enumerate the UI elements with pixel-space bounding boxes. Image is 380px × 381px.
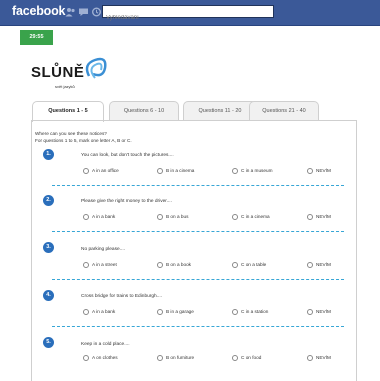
option-label: C on a table xyxy=(241,262,267,268)
option-label: A on clothes xyxy=(92,355,118,361)
question-number: 3. xyxy=(43,242,54,253)
option-label: NEVÍM xyxy=(316,214,331,220)
question-text: You can look, but don't touch the pictur… xyxy=(81,153,174,158)
question-divider xyxy=(52,185,344,186)
option-b[interactable]: B on furniture xyxy=(157,355,194,361)
option-label: B on a book xyxy=(166,262,192,268)
radio-button[interactable] xyxy=(157,355,163,361)
radio-button[interactable] xyxy=(307,355,313,361)
option-nevim[interactable]: NEVÍM xyxy=(307,355,331,361)
question-divider xyxy=(52,231,344,232)
option-label: A in a bank xyxy=(92,309,116,315)
radio-button[interactable] xyxy=(83,309,89,315)
question-number: 5. xyxy=(43,337,54,348)
question-number: 1. xyxy=(43,149,54,160)
tab-questions-1-5[interactable]: Questions 1 - 5 xyxy=(32,101,104,122)
option-label: B in a garage xyxy=(166,309,194,315)
option-b[interactable]: B in a garage xyxy=(157,309,194,315)
option-label: A in a street xyxy=(92,262,117,268)
question-text: Keep in a cold place.... xyxy=(81,342,130,347)
tab-questions-6-10[interactable]: Questions 6 - 10 xyxy=(109,101,179,121)
option-label: NEVÍM xyxy=(316,168,331,174)
option-label: C in a cinema xyxy=(241,214,270,220)
questions-panel xyxy=(31,120,357,381)
option-label: C in a station xyxy=(241,309,269,315)
question-divider xyxy=(52,326,344,327)
option-label: NEVÍM xyxy=(316,355,331,361)
option-b[interactable]: B in a cinema xyxy=(157,168,194,174)
instructions-line-2: For questions 1 to 5, mark one letter A,… xyxy=(35,137,132,143)
radio-button[interactable] xyxy=(157,168,163,174)
radio-button[interactable] xyxy=(157,262,163,268)
logo-word: SLŮNĚ xyxy=(31,64,85,81)
radio-button[interactable] xyxy=(83,168,89,174)
radio-button[interactable] xyxy=(83,355,89,361)
radio-button[interactable] xyxy=(232,355,238,361)
question-tabs: Questions 1 - 5 Questions 6 - 10 Questio… xyxy=(32,101,354,122)
radio-button[interactable] xyxy=(232,262,238,268)
radio-button[interactable] xyxy=(307,309,313,315)
option-label: C in a museum xyxy=(241,168,273,174)
notifications-icon[interactable] xyxy=(91,7,102,17)
option-c[interactable]: C on food xyxy=(232,355,261,361)
option-a[interactable]: A in an office xyxy=(83,168,119,174)
facebook-search-box[interactable] xyxy=(102,5,274,24)
option-label: NEVÍM xyxy=(316,262,331,268)
option-label: NEVÍM xyxy=(316,309,331,315)
messages-icon[interactable] xyxy=(78,7,89,17)
option-c[interactable]: C in a cinema xyxy=(232,214,270,220)
instructions: Where can you see these notices? For que… xyxy=(35,131,132,144)
radio-button[interactable] xyxy=(157,309,163,315)
option-nevim[interactable]: NEVÍM xyxy=(307,168,331,174)
option-label: B in a cinema xyxy=(166,168,195,174)
option-nevim[interactable]: NEVÍM xyxy=(307,214,331,220)
facebook-logo[interactable]: facebook xyxy=(12,4,65,18)
radio-button[interactable] xyxy=(232,168,238,174)
friend-requests-icon[interactable] xyxy=(65,7,76,17)
radio-button[interactable] xyxy=(83,262,89,268)
option-b[interactable]: B on a book xyxy=(157,262,191,268)
tab-questions-11-20[interactable]: Questions 11 - 20 xyxy=(183,101,257,121)
radio-button[interactable] xyxy=(232,214,238,220)
option-a[interactable]: A in a street xyxy=(83,262,117,268)
option-c[interactable]: C in a museum xyxy=(232,168,273,174)
question-divider xyxy=(52,279,344,280)
question-text: No parking please.... xyxy=(81,247,125,252)
question-number: 2. xyxy=(43,195,54,206)
option-nevim[interactable]: NEVÍM xyxy=(307,309,331,315)
radio-button[interactable] xyxy=(83,214,89,220)
radio-button[interactable] xyxy=(307,168,313,174)
option-a[interactable]: A in a bank xyxy=(83,214,115,220)
slune-logo: SLŮNĚ svět jazyků xyxy=(31,54,109,94)
radio-button[interactable] xyxy=(232,309,238,315)
option-b[interactable]: B on a bus xyxy=(157,214,188,220)
radio-button[interactable] xyxy=(307,214,313,220)
radio-button[interactable] xyxy=(307,262,313,268)
option-label: A in an office xyxy=(92,168,119,174)
option-a[interactable]: A in a bank xyxy=(83,309,115,315)
facebook-top-bar: facebook xyxy=(0,0,380,26)
option-label: B on furniture xyxy=(166,355,195,361)
question-text: Cross bridge for trains to Edinburgh.... xyxy=(81,294,163,299)
tab-questions-21-40[interactable]: Questions 21 - 40 xyxy=(249,101,319,121)
option-c[interactable]: C in a station xyxy=(232,309,268,315)
timer-badge: 29:55 xyxy=(20,30,53,45)
option-label: A in a bank xyxy=(92,214,116,220)
logo-subtitle: svět jazyků xyxy=(55,84,75,89)
question-text: Please give the right money to the drive… xyxy=(81,199,172,204)
radio-button[interactable] xyxy=(157,214,163,220)
search-input[interactable] xyxy=(103,12,273,24)
option-a[interactable]: A on clothes xyxy=(83,355,118,361)
option-nevim[interactable]: NEVÍM xyxy=(307,262,331,268)
option-label: C on food xyxy=(241,355,262,361)
option-label: B on a bus xyxy=(166,214,189,220)
question-number: 4. xyxy=(43,290,54,301)
option-c[interactable]: C on a table xyxy=(232,262,266,268)
logo-swirl-icon xyxy=(85,57,107,79)
